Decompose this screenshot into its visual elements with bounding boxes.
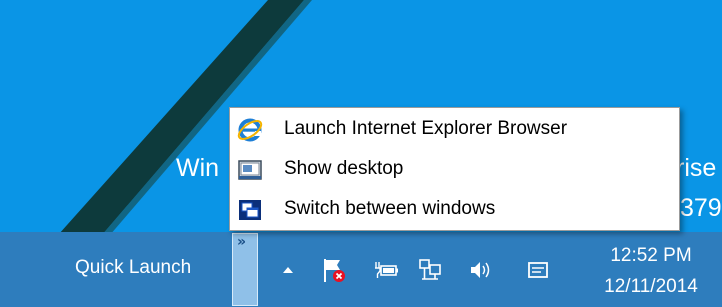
clock-time: 12:52 PM <box>610 245 692 266</box>
desktop-watermark-right2: 379 <box>680 194 722 222</box>
menu-item-switch-windows[interactable]: Switch between windows <box>230 190 679 230</box>
menu-item-show-desktop[interactable]: Show desktop <box>230 150 679 190</box>
network-icon[interactable] <box>416 256 444 284</box>
show-desktop-icon <box>238 160 262 180</box>
action-center-flag-icon[interactable] <box>320 256 348 284</box>
menu-item-label: Launch Internet Explorer Browser <box>284 118 568 139</box>
menu-item-label: Switch between windows <box>284 198 496 219</box>
power-battery-icon[interactable] <box>372 256 400 284</box>
menu-item-launch-ie[interactable]: Launch Internet Explorer Browser <box>230 110 679 150</box>
quick-launch-overflow-button[interactable]: » <box>232 233 258 306</box>
clock-date: 12/11/2014 <box>604 276 698 297</box>
internet-explorer-icon <box>237 118 263 142</box>
system-clock[interactable]: 12:52 PM 12/11/2014 <box>592 240 710 302</box>
volume-icon[interactable] <box>466 256 494 284</box>
notifications-icon[interactable] <box>524 256 552 284</box>
menu-item-label: Show desktop <box>284 158 404 179</box>
switch-windows-icon <box>239 200 261 220</box>
chevron-right-double-icon: » <box>237 234 247 250</box>
desktop-watermark-right: rise <box>676 154 717 182</box>
quick-launch-label: Quick Launch <box>75 257 192 278</box>
quick-launch-menu: Launch Internet Explorer Browser Show de… <box>229 107 680 231</box>
desktop-watermark-left: Win <box>176 154 220 182</box>
show-hidden-icons-arrow-icon[interactable] <box>274 256 302 284</box>
